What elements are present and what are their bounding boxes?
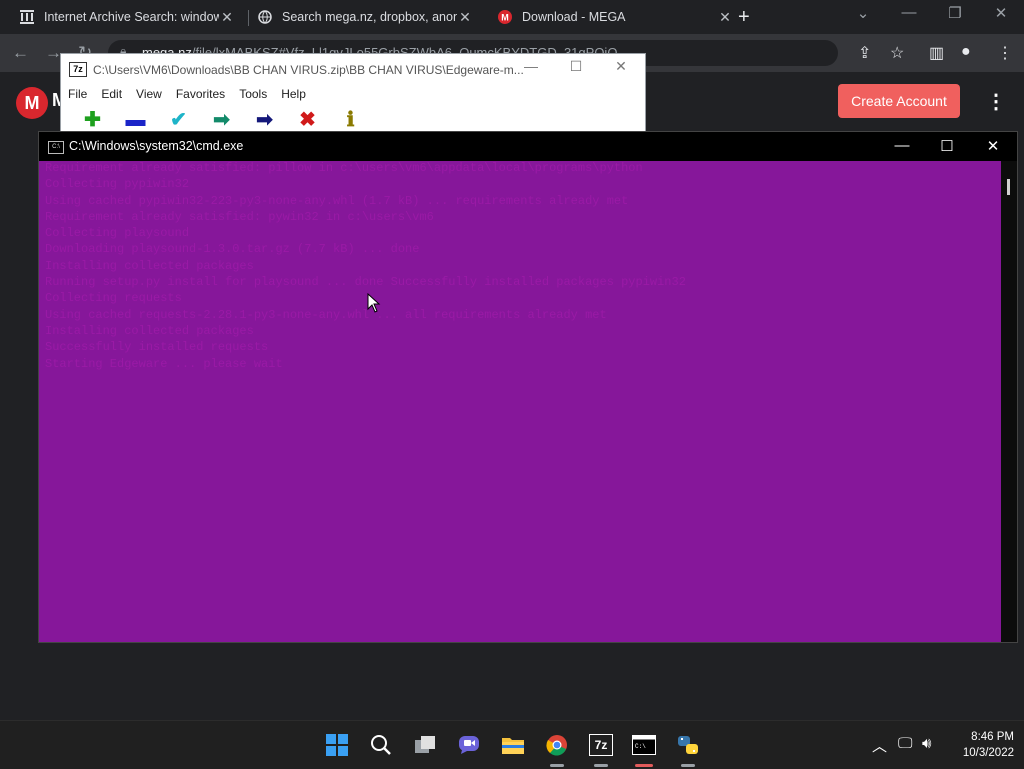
svg-text:C:\: C:\ <box>635 743 646 750</box>
console-line: Running setup.py install for playsound .… <box>45 275 686 290</box>
tab-internet-archive[interactable]: Internet Archive Search: windows ✕ <box>20 0 235 34</box>
copy-icon[interactable]: ➡ <box>200 110 243 130</box>
7zip-running-indicator <box>594 764 608 767</box>
console-line: Successfully installed requests <box>45 340 269 355</box>
cmd-scrollbar[interactable] <box>1001 161 1017 642</box>
close-window-icon[interactable]: ✕ <box>610 58 632 75</box>
cmd-titlebar: C:\ C:\Windows\system32\cmd.exe — ☐ ✕ <box>39 132 1017 161</box>
console-line: Starting Edgeware ... please wait <box>45 356 283 371</box>
new-tab-button[interactable]: + <box>738 6 750 29</box>
terminal-icon[interactable]: C:\ <box>630 731 658 759</box>
file-explorer-icon[interactable] <box>499 731 527 759</box>
close-window-icon[interactable]: ✕ <box>981 137 1005 155</box>
test-icon[interactable]: ✔ <box>157 110 200 130</box>
share-icon[interactable]: ⇪ <box>858 43 871 63</box>
close-tab-icon[interactable]: ✕ <box>717 9 733 25</box>
svg-text:M: M <box>501 13 509 23</box>
chrome-icon[interactable] <box>543 731 571 759</box>
7zip-icon[interactable]: 7z <box>587 731 615 759</box>
console-line: Requirement already satisfied: pywin32 i… <box>45 209 434 224</box>
terminal-active-indicator <box>635 764 653 767</box>
tab-separator <box>248 10 249 26</box>
start-icon[interactable] <box>323 731 351 759</box>
cmd-window: C:\ C:\Windows\system32\cmd.exe — ☐ ✕ Re… <box>38 131 1018 643</box>
mega-logo-icon[interactable]: M <box>16 87 48 119</box>
extract-icon[interactable]: ▬ <box>114 110 157 130</box>
python-running-indicator <box>681 764 695 767</box>
maximize-icon[interactable]: ☐ <box>935 137 959 155</box>
sevenzip-title: C:\Users\VM6\Downloads\BB CHAN VIRUS.zip… <box>93 62 524 77</box>
side-panel-icon[interactable]: ▥ <box>929 43 944 63</box>
add-icon[interactable]: ✚ <box>71 110 114 130</box>
clock-date: 10/3/2022 <box>962 747 1014 759</box>
console-line: Collecting playsound <box>45 226 190 241</box>
delete-icon[interactable]: ✖ <box>286 110 329 130</box>
close-window-icon[interactable]: ✕ <box>989 4 1013 22</box>
tab-title: Internet Archive Search: windows <box>44 10 219 24</box>
close-tab-icon[interactable]: ✕ <box>457 9 473 25</box>
tab-title: Search mega.nz, dropbox, anonfi <box>282 10 457 24</box>
browser-tab-strip: Internet Archive Search: windows ✕ Searc… <box>0 0 1024 34</box>
scrollbar-thumb[interactable] <box>1007 179 1010 195</box>
cmd-console-output[interactable]: Requirement already satisfied: pillow in… <box>39 161 1001 642</box>
sevenzip-toolbar: ✚ ▬ ✔ ➡ ➡ ✖ ℹ <box>71 110 372 130</box>
sevenzip-window: 7z C:\Users\VM6\Downloads\BB CHAN VIRUS.… <box>60 53 646 135</box>
browser-menu-icon[interactable]: ⋮ <box>997 43 1013 63</box>
minimize-icon[interactable]: — <box>897 4 921 21</box>
console-line: Collecting pypiwin32 <box>45 177 190 192</box>
move-icon[interactable]: ➡ <box>243 110 286 130</box>
more-menu-icon[interactable]: ⋮ <box>986 89 1006 114</box>
task-view-icon[interactable] <box>411 731 439 759</box>
minimize-icon[interactable]: — <box>890 137 914 154</box>
menu-favorites[interactable]: Favorites <box>176 87 225 101</box>
console-line: Collecting requests <box>45 291 182 306</box>
menu-edit[interactable]: Edit <box>101 87 122 101</box>
tab-download-mega[interactable]: M Download - MEGA ✕ <box>498 0 733 34</box>
bookmark-star-icon[interactable]: ☆ <box>890 43 904 63</box>
archive-icon <box>20 10 34 24</box>
console-line: Using cached requests-2.28.1-py3-none-an… <box>45 307 607 322</box>
back-icon[interactable]: ← <box>12 43 29 63</box>
python-icon[interactable] <box>674 731 702 759</box>
maximize-icon[interactable]: ☐ <box>565 58 587 75</box>
network-icon[interactable]: 🖵︎ <box>898 735 912 752</box>
menu-view[interactable]: View <box>136 87 162 101</box>
console-line: Installing collected packages <box>45 258 254 273</box>
globe-icon <box>258 10 272 24</box>
console-line: Installing collected packages <box>45 323 254 338</box>
taskbar: 7z C:\ ︿ 🖵︎ 🔊︎ 8:46 PM 10/3/2022 <box>0 720 1024 769</box>
console-line: Requirement already satisfied: pillow in… <box>45 161 643 175</box>
chrome-running-indicator <box>550 764 564 767</box>
console-line: Downloading playsound-1.3.0.tar.gz (7.7 … <box>45 242 420 257</box>
cmd-title: C:\Windows\system32\cmd.exe <box>69 139 244 153</box>
taskbar-clock[interactable]: 8:46 PM 10/3/2022 <box>948 729 1014 761</box>
restore-icon[interactable]: ❐ <box>943 4 967 22</box>
mouse-cursor-icon <box>367 293 381 313</box>
tab-search-mega[interactable]: Search mega.nz, dropbox, anonfi ✕ <box>258 0 473 34</box>
info-icon[interactable]: ℹ <box>329 110 372 130</box>
minimize-icon[interactable]: — <box>520 58 542 74</box>
cmd-app-icon: C:\ <box>48 141 64 154</box>
clock-time: 8:46 PM <box>971 731 1014 743</box>
tab-search-chevron-icon[interactable]: ⌄ <box>851 4 875 22</box>
tab-title: Download - MEGA <box>522 10 626 24</box>
sevenzip-menubar: File Edit View Favorites Tools Help <box>68 87 306 101</box>
menu-help[interactable]: Help <box>281 87 306 101</box>
menu-file[interactable]: File <box>68 87 87 101</box>
console-line: Using cached pypiwin32-223-py3-none-any.… <box>45 193 629 208</box>
menu-tools[interactable]: Tools <box>239 87 267 101</box>
search-icon[interactable] <box>367 731 395 759</box>
mega-icon: M <box>498 10 512 24</box>
tray-overflow-chevron-icon[interactable]: ︿ <box>872 735 887 756</box>
volume-icon[interactable]: 🔊︎ <box>922 735 931 752</box>
sevenzip-app-icon: 7z <box>69 62 87 77</box>
sevenzip-titlebar: 7z C:\Users\VM6\Downloads\BB CHAN VIRUS.… <box>69 62 524 77</box>
profile-icon[interactable]: ● <box>961 43 971 61</box>
chat-icon[interactable] <box>455 731 483 759</box>
create-account-button[interactable]: Create Account <box>838 84 960 118</box>
close-tab-icon[interactable]: ✕ <box>219 9 235 25</box>
